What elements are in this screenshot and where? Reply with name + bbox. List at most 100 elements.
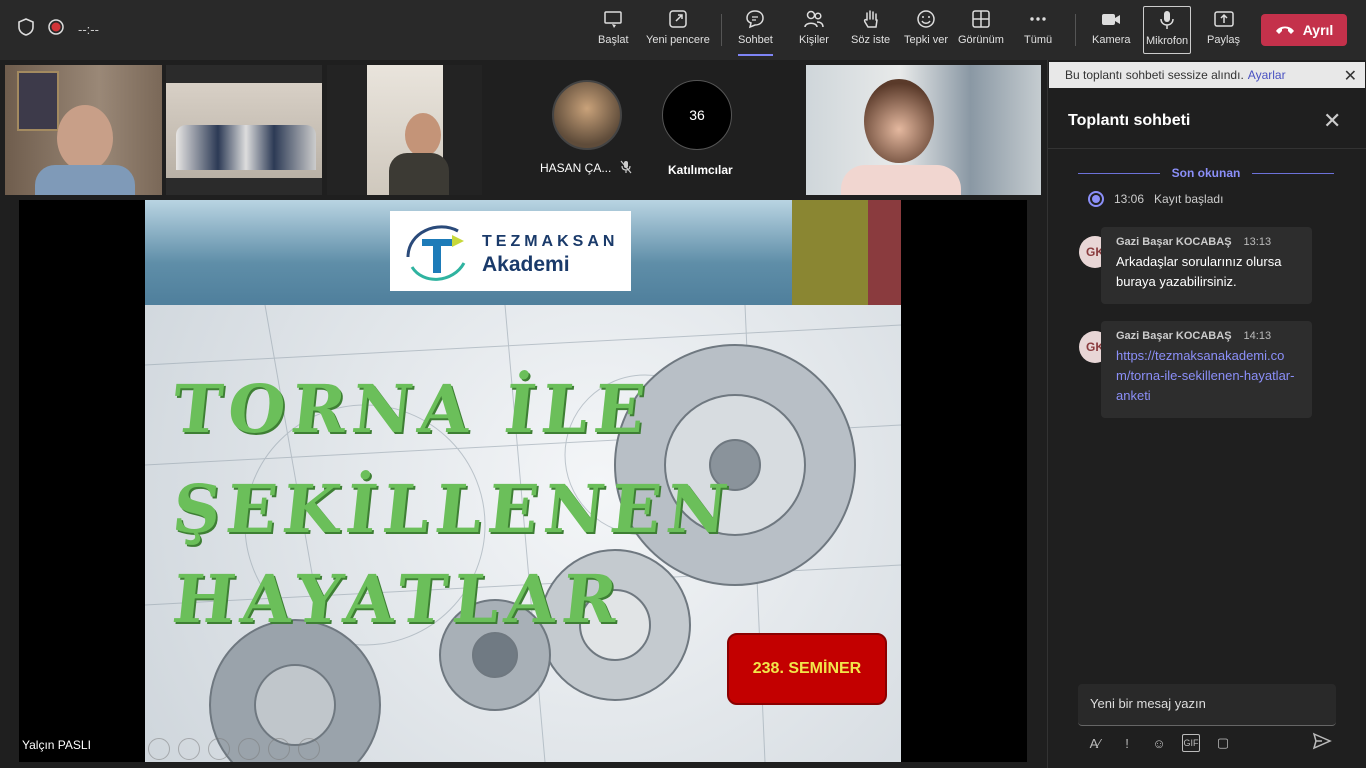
share-label: Paylaş	[1207, 34, 1241, 46]
start-icon	[604, 11, 623, 28]
presenter-name: Yalçın PASLI	[19, 737, 94, 753]
person-body	[841, 165, 961, 195]
event-time: 13:06	[1114, 192, 1145, 206]
recording-started-event: 13:06 Kayıt başladı	[1088, 191, 1223, 207]
participant-video-tile[interactable]	[327, 65, 482, 195]
seminar-badge: 238. SEMİNER	[727, 633, 887, 705]
person-body	[35, 165, 135, 195]
new-window-button[interactable]: Yeni pencere	[646, 8, 710, 56]
logo-text-bottom: Akademi	[482, 253, 570, 276]
new-window-icon	[669, 10, 687, 28]
leave-button[interactable]: Ayrıl	[1261, 14, 1347, 46]
person-head	[405, 113, 441, 157]
chat-icon	[746, 10, 765, 29]
view-button[interactable]: Görünüm	[958, 8, 1004, 56]
camera-button[interactable]: Kamera	[1092, 8, 1131, 56]
chat-button[interactable]: Sohbet	[738, 8, 773, 56]
group-of-people	[176, 125, 316, 170]
divider	[1048, 148, 1366, 149]
close-chat-icon[interactable]: ✕	[1323, 108, 1341, 134]
participant-avatar	[552, 80, 622, 150]
message-text: Arkadaşlar sorularınız olursa buraya yaz…	[1116, 254, 1282, 289]
slide-accent-block	[868, 200, 901, 305]
participant-video-tile[interactable]	[166, 65, 322, 195]
start-label: Başlat	[598, 34, 629, 46]
last-read-label: Son okunan	[1171, 166, 1241, 180]
marker-line	[1252, 172, 1335, 174]
people-icon	[804, 10, 824, 28]
person-body	[389, 153, 449, 195]
shield-icon[interactable]	[18, 18, 34, 41]
toolbar-divider	[721, 14, 722, 46]
more-button[interactable]: Tümü	[1024, 8, 1052, 56]
start-button[interactable]: Başlat	[598, 8, 629, 56]
chat-label: Sohbet	[738, 34, 773, 46]
participant-video-tile[interactable]	[5, 65, 162, 195]
tezmaksan-logo: TEZMAKSAN Akademi	[390, 211, 631, 291]
hang-up-icon	[1275, 26, 1294, 34]
settings-link[interactable]: Ayarlar	[1248, 68, 1286, 82]
participant-avatar-tile[interactable]: HASAN ÇA...	[487, 65, 642, 195]
react-button[interactable]: Tepki ver	[904, 8, 948, 56]
participant-count-tile[interactable]: 36 Katılımcılar	[647, 65, 802, 195]
chat-message[interactable]: Gazi Başar KOCABAŞ 14:13 https://tezmaks…	[1101, 321, 1312, 418]
participant-name: HASAN ÇA...	[540, 161, 612, 175]
raise-hand-button[interactable]: Söz iste	[851, 8, 890, 56]
emoji-icon[interactable]: ☺	[1150, 734, 1168, 752]
toolbar-divider	[1075, 14, 1076, 46]
slide-title-line-3: HAYATLAR	[168, 560, 628, 638]
pen-tool-button[interactable]	[208, 738, 230, 760]
meeting-timer: --:--	[78, 22, 99, 37]
people-label: Kişiler	[799, 34, 829, 46]
chat-title: Toplantı sohbeti	[1068, 112, 1191, 129]
gif-icon[interactable]: GIF	[1182, 734, 1200, 752]
slide-accent-block	[792, 200, 868, 305]
mic-button[interactable]: Mikrofon	[1143, 6, 1192, 54]
message-header: Gazi Başar KOCABAŞ 14:13	[1116, 330, 1297, 342]
new-window-label: Yeni pencere	[646, 34, 710, 46]
mic-muted-icon	[620, 160, 632, 179]
message-compose-input[interactable]: Yeni bir mesaj yazın	[1078, 684, 1336, 726]
marker-line	[1078, 172, 1160, 174]
previous-slide-button[interactable]	[148, 738, 170, 760]
sticker-icon[interactable]: ▢	[1214, 734, 1232, 752]
sender-name: Gazi Başar KOCABAŞ	[1116, 330, 1232, 342]
recording-icon	[48, 19, 64, 40]
format-icon[interactable]: A⁄	[1086, 734, 1104, 752]
chat-message[interactable]: Gazi Başar KOCABAŞ 13:13 Arkadaşlar soru…	[1101, 227, 1312, 304]
close-icon[interactable]: ✕	[1344, 66, 1357, 86]
last-read-marker: Son okunan	[1078, 166, 1335, 180]
chat-muted-banner: Bu toplantı sohbeti sessize alındı. Ayar…	[1049, 62, 1365, 88]
meeting-toolbar: --:-- Başlat Yeni pencere Sohbet Kişiler…	[0, 0, 1366, 60]
more-icon	[1030, 17, 1046, 21]
share-button[interactable]: Paylaş	[1207, 8, 1240, 56]
important-icon[interactable]: !	[1118, 734, 1136, 752]
wall-painting	[17, 71, 59, 131]
person-head	[57, 105, 113, 171]
send-icon[interactable]	[1312, 732, 1332, 755]
person-head	[864, 79, 934, 163]
logo-mark-icon	[406, 225, 466, 281]
raise-hand-label: Söz iste	[851, 34, 891, 46]
react-label: Tepki ver	[904, 34, 949, 46]
message-link[interactable]: https://tezmaksanakademi.com/torna-ile-s…	[1116, 346, 1297, 406]
participant-video-tile[interactable]	[806, 65, 1041, 195]
zoom-button[interactable]	[268, 738, 290, 760]
grid-icon	[972, 10, 990, 28]
toolbar-left: --:--	[18, 18, 99, 41]
slide-more-button[interactable]	[298, 738, 320, 760]
people-button[interactable]: Kişiler	[799, 8, 829, 56]
event-text: Kayıt başladı	[1154, 192, 1224, 206]
slide-grid-button[interactable]	[238, 738, 260, 760]
camera-icon	[1102, 14, 1121, 25]
leave-label: Ayrıl	[1302, 22, 1334, 38]
compose-toolbar: A⁄ ! ☺ GIF ▢	[1086, 734, 1232, 752]
meeting-chat-panel: Bu toplantı sohbeti sessize alındı. Ayar…	[1047, 60, 1366, 768]
microphone-icon	[1160, 11, 1174, 29]
message-time: 14:13	[1243, 330, 1272, 342]
slide-title-line-1: TORNA İLE	[168, 370, 655, 448]
next-slide-button[interactable]	[178, 738, 200, 760]
mic-label: Mikrofon	[1146, 35, 1189, 47]
share-icon	[1213, 11, 1234, 27]
participant-count-label: Katılımcılar	[668, 163, 733, 177]
